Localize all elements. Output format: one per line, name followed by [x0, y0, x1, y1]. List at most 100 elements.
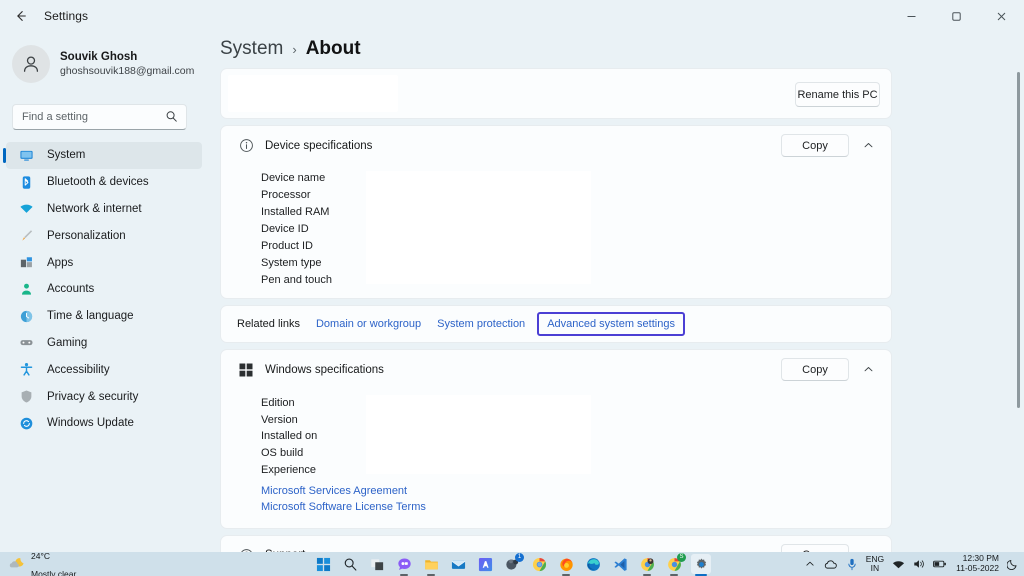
spec-key: Installed RAM — [261, 206, 330, 219]
copy-support-button[interactable]: Copy — [781, 543, 849, 552]
close-button[interactable] — [979, 0, 1024, 32]
sidebar-item-privacy-security[interactable]: Privacy & security — [6, 383, 202, 410]
speaker-icon[interactable] — [912, 556, 926, 572]
link-advanced-system-settings[interactable]: Advanced system settings — [537, 312, 685, 337]
search-input[interactable] — [22, 111, 160, 123]
chevron-up-icon[interactable] — [855, 544, 881, 552]
copy-device-specs-button[interactable]: Copy — [781, 134, 849, 157]
windows-specifications-card: Windows specifications Copy Edition Vers… — [220, 349, 892, 529]
clock-globe-icon — [18, 308, 35, 325]
device-name-card: Rename this PC — [220, 68, 892, 119]
device-specifications-body: Device name Processor Installed RAM Devi… — [221, 165, 891, 298]
spec-key: Processor — [261, 189, 311, 202]
content-scrollbar[interactable] — [1017, 72, 1020, 408]
clock[interactable]: 12:30 PM 11-05-2022 — [956, 553, 999, 574]
language-indicator[interactable]: ENG IN — [866, 555, 884, 573]
chevron-up-icon[interactable] — [855, 358, 881, 381]
account-name: Souvik Ghosh — [60, 50, 138, 63]
link-domain-or-workgroup[interactable]: Domain or workgroup — [316, 318, 421, 330]
rename-this-pc-button[interactable]: Rename this PC — [795, 82, 880, 107]
spec-key: Edition — [261, 396, 295, 409]
monitor-icon — [18, 147, 35, 164]
copy-windows-specs-button[interactable]: Copy — [781, 358, 849, 382]
link-microsoft-services-agreement[interactable]: Microsoft Services Agreement — [261, 483, 891, 500]
update-icon — [18, 415, 35, 432]
support-card: Support Copy — [220, 534, 892, 552]
info-circle-icon — [237, 137, 255, 155]
sidebar-item-system[interactable]: System — [3, 142, 202, 169]
device-specifications-header[interactable]: Device specifications Copy — [221, 126, 891, 165]
wifi-icon[interactable] — [891, 556, 905, 572]
page-title: About — [305, 38, 361, 59]
windows-specs-links: Microsoft Services Agreement Microsoft S… — [221, 479, 891, 518]
chrome-profile-button[interactable] — [637, 554, 657, 576]
link-microsoft-software-license-terms[interactable]: Microsoft Software License Terms — [261, 499, 891, 516]
mail-button[interactable] — [448, 554, 468, 574]
teams-button[interactable]: 1 — [502, 553, 524, 574]
firefox-button[interactable] — [556, 554, 576, 576]
bluetooth-icon — [18, 174, 35, 191]
sidebar-item-gaming[interactable]: Gaming — [6, 330, 202, 357]
sidebar-item-label: Bluetooth & devices — [47, 176, 149, 189]
sidebar-item-apps[interactable]: Apps — [6, 249, 202, 276]
accessibility-icon — [18, 361, 35, 378]
windows-specs-redacted-values — [366, 395, 591, 475]
search-icon — [165, 110, 178, 128]
chrome-profile-2-button[interactable]: S — [664, 553, 686, 576]
sidebar-item-time-language[interactable]: Time & language — [6, 303, 202, 330]
breadcrumb-separator-icon: › — [292, 42, 297, 57]
minimize-button[interactable] — [889, 0, 934, 32]
file-explorer-button[interactable] — [421, 554, 441, 576]
sidebar-item-personalization[interactable]: Personalization — [6, 222, 202, 249]
windows-specifications-header[interactable]: Windows specifications Copy — [221, 350, 891, 389]
main-content: System › About Rename this PC Device spe… — [210, 32, 1024, 552]
chrome-profile-2-badge: S — [677, 553, 686, 562]
support-header[interactable]: Support Copy — [221, 536, 891, 552]
search-button[interactable] — [340, 554, 360, 574]
teams-badge: 1 — [515, 553, 524, 562]
sidebar: Souvik Ghosh ghoshsouvik188@gmail.com Sy… — [0, 32, 210, 552]
microphone-icon[interactable] — [845, 556, 859, 572]
edge-button[interactable] — [583, 554, 603, 574]
breadcrumb-parent[interactable]: System — [220, 38, 283, 60]
sidebar-item-label: Windows Update — [47, 417, 134, 430]
chat-button[interactable] — [394, 554, 414, 576]
sidebar-item-label: Accessibility — [47, 363, 110, 376]
sidebar-item-label: Gaming — [47, 336, 88, 349]
account-block[interactable]: Souvik Ghosh ghoshsouvik188@gmail.com — [12, 40, 210, 88]
clock-date: 11-05-2022 — [956, 563, 999, 573]
sidebar-item-accessibility[interactable]: Accessibility — [6, 356, 202, 383]
chevron-up-icon[interactable] — [803, 556, 817, 572]
shield-icon — [18, 388, 35, 405]
sidebar-item-accounts[interactable]: Accounts — [6, 276, 202, 303]
sidebar-item-label: Network & internet — [47, 202, 142, 215]
settings-button[interactable] — [691, 554, 711, 576]
start-button[interactable] — [313, 554, 333, 574]
window-title: Settings — [44, 9, 89, 23]
sidebar-item-label: Privacy & security — [47, 390, 139, 403]
avatar — [12, 45, 50, 83]
back-button[interactable] — [6, 1, 36, 31]
link-system-protection[interactable]: System protection — [437, 318, 525, 330]
spec-key: Product ID — [261, 240, 313, 252]
device-specifications-title: Device specifications — [265, 139, 373, 152]
windows-specifications-title: Windows specifications — [265, 363, 384, 376]
chevron-up-icon[interactable] — [855, 134, 881, 157]
battery-icon[interactable] — [933, 556, 947, 572]
paintbrush-icon — [18, 227, 35, 244]
sidebar-item-windows-update[interactable]: Windows Update — [6, 410, 202, 437]
search-box[interactable] — [12, 104, 187, 130]
vscode-button[interactable] — [610, 554, 630, 574]
cloud-icon[interactable] — [824, 556, 838, 572]
device-specs-redacted-values — [366, 171, 591, 284]
store-button[interactable] — [475, 554, 495, 574]
wifi-icon — [18, 200, 35, 217]
sidebar-item-network-internet[interactable]: Network & internet — [6, 196, 202, 223]
moon-icon[interactable] — [1006, 556, 1020, 572]
window-controls — [889, 0, 1024, 32]
task-view-button[interactable] — [367, 554, 387, 574]
maximize-button[interactable] — [934, 0, 979, 32]
sidebar-item-bluetooth-devices[interactable]: Bluetooth & devices — [6, 169, 202, 196]
spec-key: Installed on — [261, 430, 318, 443]
chrome-button[interactable] — [529, 554, 549, 574]
